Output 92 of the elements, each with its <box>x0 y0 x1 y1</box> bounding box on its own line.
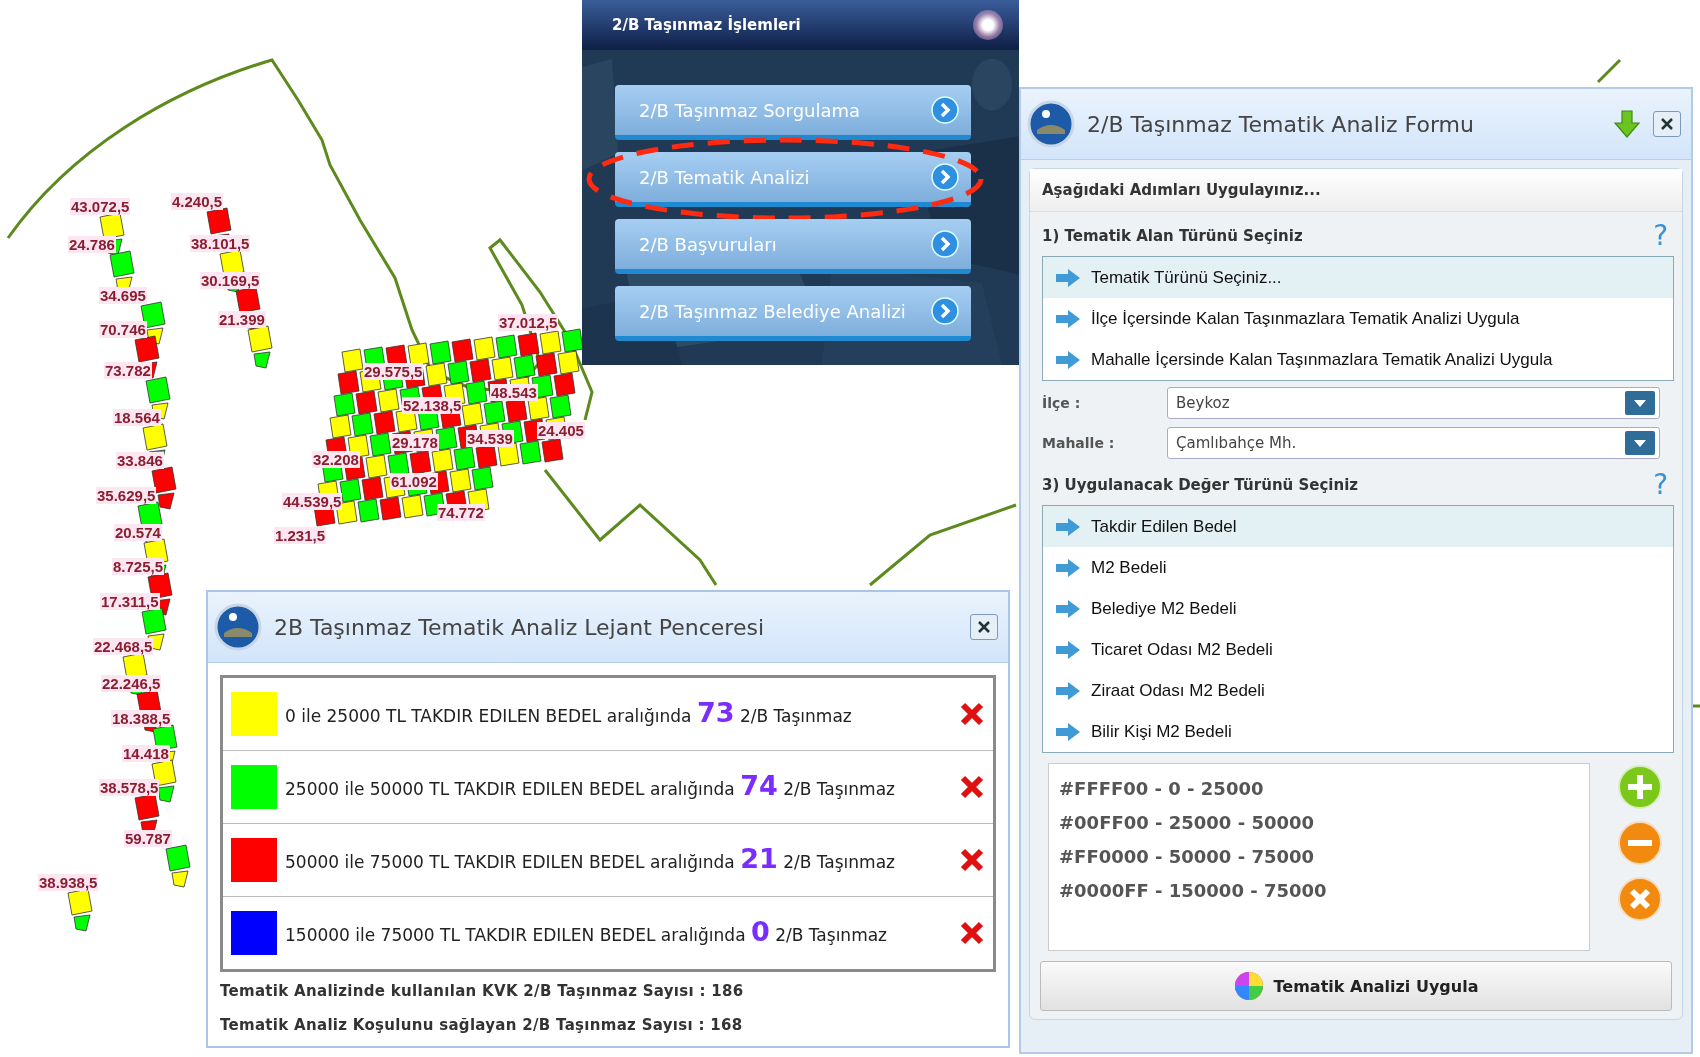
summary-text: Tematik Analizinde kullanılan KVK 2/B Taşınmaz Sayısı : 186 <box>220 982 745 1000</box>
parcel-label: 8.725,5 <box>112 558 165 575</box>
legend-text: 25000 ile 50000 TL TAKDIR EDILEN BEDEL aralığında 74 2/B Taşınmaz <box>285 773 896 801</box>
window-title: 2B Taşınmaz Tematik Analiz Lejant Penceresi <box>274 614 765 640</box>
dropdown-option[interactable]: Takdir Edilen Bedel <box>1043 506 1673 547</box>
dropdown-option[interactable]: Ticaret Odası M2 Bedeli <box>1043 629 1673 670</box>
parcel-label: 32.208 <box>312 451 360 468</box>
parcel-label: 59.787 <box>124 830 172 847</box>
close-button[interactable] <box>1653 111 1681 137</box>
parcel-label: 34.539 <box>466 430 514 447</box>
parcel-label: 35.629,5 <box>96 487 157 504</box>
parcel-label: 44.539,5 <box>282 493 343 510</box>
emblem-icon <box>214 603 262 651</box>
summary-text: Tematik Analiz Koşulunu sağlayan 2/B Taşınmaz Sayısı : 168 <box>220 1016 744 1034</box>
parcel-label: 48.543 <box>490 384 538 401</box>
dropdown-option[interactable]: Tematik Türünü Seçiniz... <box>1043 257 1673 298</box>
arrow-icon <box>1055 598 1081 619</box>
parcel-label: 74.772 <box>437 504 485 521</box>
parcel-label: 24.786 <box>68 236 116 253</box>
color-wheel-icon <box>1233 971 1264 1001</box>
down-arrow-icon[interactable] <box>1613 109 1641 139</box>
close-icon <box>977 620 991 634</box>
arrow-icon <box>1055 267 1081 288</box>
arrow-icon <box>1055 680 1081 701</box>
combo-box[interactable]: Beykoz <box>1167 387 1660 419</box>
parcel-label: 38.101,5 <box>190 235 251 252</box>
parcel-label: 70.746 <box>99 321 147 338</box>
dropdown-option[interactable]: Bilir Kişi M2 Bedeli <box>1043 711 1673 752</box>
field-label: İlçe : <box>1042 395 1082 411</box>
dropdown-option[interactable]: İlçe İçersinde Kalan Taşınmazlara Tematik Analizi Uygula <box>1043 298 1673 339</box>
delete-icon[interactable] <box>959 701 985 727</box>
window-title: 2/B Taşınmaz Tematik Analiz Formu <box>1087 111 1475 137</box>
dropdown-option[interactable]: Belediye M2 Bedeli <box>1043 588 1673 629</box>
chevron-icon <box>931 297 959 325</box>
field-label: Mahalle : <box>1042 435 1116 451</box>
close-icon <box>1660 117 1674 131</box>
parcel-label: 21.399 <box>218 311 266 328</box>
arrow-icon <box>1055 639 1081 660</box>
parcel-label: 34.695 <box>99 287 147 304</box>
chevron-icon <box>931 96 959 124</box>
parcel-label: 33.846 <box>116 452 164 469</box>
parcel-label: 24.405 <box>537 422 585 439</box>
delete-icon[interactable] <box>959 920 985 946</box>
dropdown-option[interactable]: Mahalle İçersinde Kalan Taşınmazlara Tematik Analizi Uygula <box>1043 339 1673 380</box>
apply-button[interactable]: Tematik Analizi Uygula <box>1040 961 1672 1011</box>
parcel-label: 38.938,5 <box>38 874 99 891</box>
legend-text: 0 ile 25000 TL TAKDIR EDILEN BEDEL aralığında 73 2/B Taşınmaz <box>285 700 853 728</box>
parcel-label: 22.246,5 <box>101 675 162 692</box>
chevron-icon <box>931 163 959 191</box>
arrow-icon <box>1055 308 1081 329</box>
close-button[interactable] <box>970 614 998 640</box>
parcel-label: 52.138,5 <box>402 397 463 414</box>
parcel-label: 4.240,5 <box>171 193 224 210</box>
delete-icon[interactable] <box>959 847 985 873</box>
arrow-icon <box>1055 349 1081 370</box>
parcel-label: 18.564 <box>113 409 161 426</box>
parcel-label: 61.092 <box>390 473 438 490</box>
parcel-label: 30.169,5 <box>200 272 261 289</box>
emblem-icon <box>1027 100 1075 148</box>
parcel-label: 14.418 <box>122 745 170 762</box>
dropdown-option[interactable]: M2 Bedeli <box>1043 547 1673 588</box>
color-range-item[interactable]: #0000FF - 150000 - 75000 <box>1059 874 1579 908</box>
delete-icon[interactable] <box>959 774 985 800</box>
color-range-list[interactable]: #FFFF00 - 0 - 25000 #00FF00 - 25000 - 50000 #FF0000 - 50000 - 75000 #0000FF - 150000 - 75000 <box>1048 763 1590 951</box>
parcel-label: 43.072,5 <box>70 198 131 215</box>
step-heading: 3) Uygulanacak Değer Türünü Seçiniz <box>1042 476 1359 494</box>
parcel-label: 29.178 <box>391 434 439 451</box>
chevron-icon <box>931 230 959 258</box>
parcel-label: 22.468,5 <box>93 638 154 655</box>
legend-text: 50000 ile 75000 TL TAKDIR EDILEN BEDEL aralığında 21 2/B Taşınmaz <box>285 846 896 874</box>
color-range-item[interactable]: #00FF00 - 25000 - 50000 <box>1059 806 1579 840</box>
parcel-label: 18.388,5 <box>111 710 172 727</box>
dropdown-option[interactable]: Ziraat Odası M2 Bedeli <box>1043 670 1673 711</box>
arrow-icon <box>1055 721 1081 742</box>
combo-box[interactable]: Çamlıbahçe Mh. <box>1167 427 1660 459</box>
parcel-label: 17.311,5 <box>100 593 160 610</box>
parcel-label: 1.231,5 <box>274 527 327 544</box>
legend-text: 150000 ile 75000 TL TAKDIR EDILEN BEDEL aralığında 0 2/B Taşınmaz <box>285 919 889 947</box>
parcel-label: 38.578,5 <box>99 779 160 796</box>
boundary-line <box>1596 58 1622 84</box>
arrow-icon <box>1055 516 1081 537</box>
parcel-label: 73.782 <box>104 362 152 379</box>
instruction-text: Aşağıdaki Adımları Uygulayınız... <box>1030 169 1682 212</box>
parcel-label: 37.012,5 <box>498 314 559 331</box>
lens-flare-icon <box>973 10 1003 40</box>
parcel-label: 29.575,5 <box>363 363 424 380</box>
color-range-item[interactable]: #FFFF00 - 0 - 25000 <box>1059 772 1579 806</box>
color-range-item[interactable]: #FF0000 - 50000 - 75000 <box>1059 840 1579 874</box>
arrow-icon <box>1055 557 1081 578</box>
parcel-label: 20.574 <box>114 524 162 541</box>
panel-title: 2/B Taşınmaz İşlemleri <box>612 16 801 34</box>
step-heading: 1) Tematik Alan Türünü Seçiniz <box>1042 227 1303 245</box>
